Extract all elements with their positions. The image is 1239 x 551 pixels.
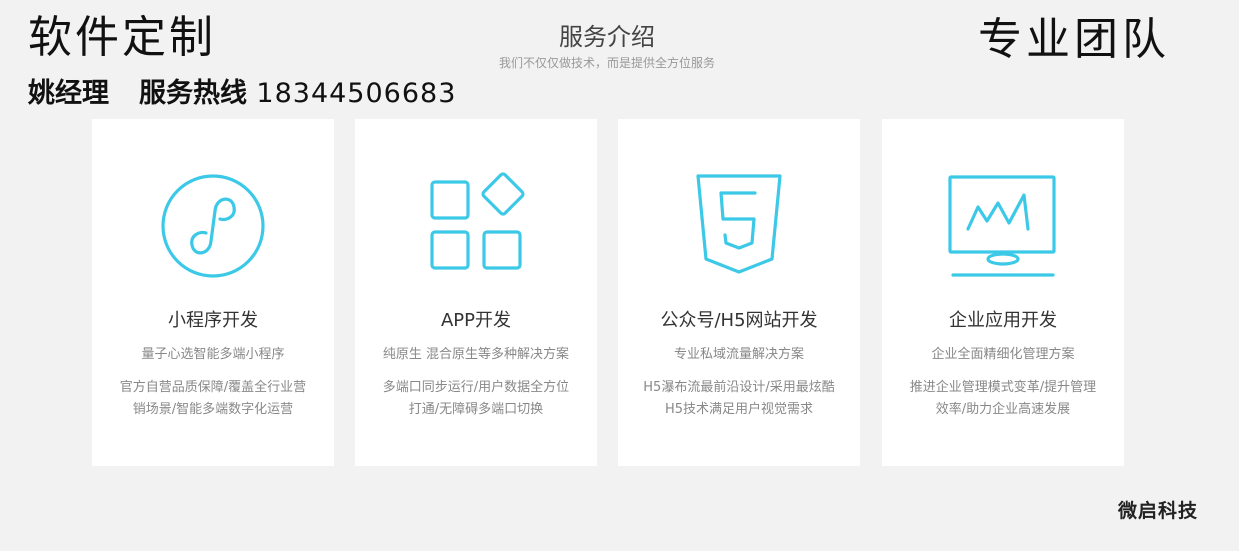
html5-icon bbox=[618, 171, 860, 281]
card-title: 企业应用开发 bbox=[949, 310, 1057, 331]
card-description-line: 推进企业管理模式变革/提升管理 bbox=[909, 380, 1097, 395]
hotline-label: 服务热线 bbox=[139, 78, 247, 109]
card-title: 公众号/H5网站开发 bbox=[660, 310, 818, 331]
monitor-chart-icon bbox=[882, 171, 1124, 281]
card-title: 小程序开发 bbox=[168, 310, 258, 331]
card-description: 官方自营品质保障/覆盖全行业营 销场景/智能多端数字化运营 bbox=[100, 377, 326, 421]
card-description: 多端口同步运行/用户数据全方位 打通/无障碍多端口切换 bbox=[363, 377, 589, 421]
card-description-line: H5技术满足用户视觉需求 bbox=[664, 402, 814, 417]
card-description-line: 官方自营品质保障/覆盖全行业营 bbox=[119, 380, 307, 395]
card-subtitle: 专业私域流量解决方案 bbox=[673, 347, 804, 362]
card-description-line: 销场景/智能多端数字化运营 bbox=[132, 402, 294, 417]
card-description: 推进企业管理模式变革/提升管理 效率/助力企业高速发展 bbox=[890, 377, 1116, 421]
card-description-line: 打通/无障碍多端口切换 bbox=[408, 402, 544, 417]
brand-title-software-custom: 软件定制 bbox=[28, 12, 216, 63]
service-card-h5[interactable]: 公众号/H5网站开发 专业私域流量解决方案 H5瀑布流最前沿设计/采用最炫酷 H… bbox=[618, 119, 860, 466]
section-header: 服务介绍 我们不仅仅做技术，而是提供全方位服务 bbox=[407, 20, 807, 72]
phone-number[interactable]: 18344506683 bbox=[256, 78, 456, 109]
service-card-enterprise[interactable]: 企业应用开发 企业全面精细化管理方案 推进企业管理模式变革/提升管理 效率/助力… bbox=[882, 119, 1124, 466]
contact-name: 姚经理 bbox=[28, 78, 109, 109]
contact-line: 姚经理 服务热线 18344506683 bbox=[28, 76, 456, 112]
brand-title-pro-team: 专业团队 bbox=[978, 14, 1170, 65]
mini-program-icon bbox=[92, 171, 334, 281]
card-description-line: H5瀑布流最前沿设计/采用最炫酷 bbox=[643, 380, 835, 395]
section-title: 服务介绍 bbox=[559, 23, 655, 51]
app-grid-icon bbox=[355, 171, 597, 281]
card-description-line: 多端口同步运行/用户数据全方位 bbox=[382, 380, 570, 395]
section-subtitle: 我们不仅仅做技术，而是提供全方位服务 bbox=[498, 56, 715, 70]
card-subtitle: 企业全面精细化管理方案 bbox=[931, 347, 1075, 362]
card-title: APP开发 bbox=[440, 310, 512, 331]
card-subtitle: 纯原生 混合原生等多种解决方案 bbox=[382, 347, 570, 362]
card-description: H5瀑布流最前沿设计/采用最炫酷 H5技术满足用户视觉需求 bbox=[626, 377, 852, 421]
service-card-app[interactable]: APP开发 纯原生 混合原生等多种解决方案 多端口同步运行/用户数据全方位 打通… bbox=[355, 119, 597, 466]
company-watermark: 微启科技 bbox=[1118, 500, 1199, 522]
card-subtitle: 量子心选智能多端小程序 bbox=[141, 347, 285, 362]
card-description-line: 效率/助力企业高速发展 bbox=[935, 402, 1071, 417]
service-card-mini-program[interactable]: 小程序开发 量子心选智能多端小程序 官方自营品质保障/覆盖全行业营 销场景/智能… bbox=[92, 119, 334, 466]
